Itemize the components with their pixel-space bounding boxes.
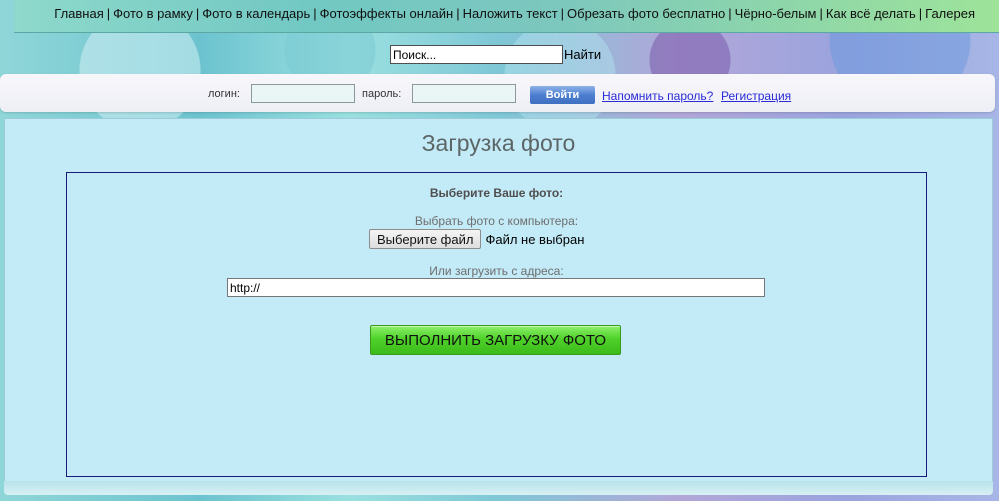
nav-link-home[interactable]: Главная: [54, 6, 103, 21]
nav-separator: |: [819, 6, 823, 21]
remind-password-link[interactable]: Напомнить пароль?: [602, 89, 713, 103]
password-field[interactable]: [412, 84, 516, 103]
nav-separator: |: [456, 6, 460, 21]
file-status-text: Файл не выбран: [485, 231, 585, 247]
nav-link-photo-frame[interactable]: Фото в рамку: [113, 6, 193, 21]
login-button[interactable]: Войти: [530, 86, 595, 104]
page-title: Загрузка фото: [421, 130, 576, 156]
from-url-label: Или загрузить с адреса:: [429, 264, 564, 278]
login-field[interactable]: [251, 84, 355, 103]
nav-separator: |: [560, 6, 565, 21]
from-computer-label: Выбрать фото с компьютера:: [414, 214, 579, 228]
nav-link-crop-photo[interactable]: Обрезать фото бесплатно: [567, 6, 725, 21]
nav-link-gallery[interactable]: Галерея: [925, 6, 975, 21]
nav-separator: |: [918, 6, 923, 21]
search-button[interactable]: Найти: [563, 47, 601, 62]
upload-form: Выберите Ваше фото: Выбрать фото с компь…: [66, 172, 927, 477]
choose-photo-heading: Выберите Ваше фото:: [429, 186, 564, 200]
file-picker: Выберите файл Файл не выбран: [369, 229, 584, 249]
search-bar: Найти: [390, 45, 601, 64]
upload-submit-button[interactable]: ВЫПОЛНИТЬ ЗАГРУЗКУ ФОТО: [370, 325, 621, 355]
register-link[interactable]: Регистрация: [721, 89, 791, 103]
nav-separator: |: [195, 6, 200, 21]
top-navigation: Главная | Фото в рамку | Фото в календарь | Фо…: [14, 0, 999, 33]
nav-link-black-white[interactable]: Чёрно-белым: [735, 6, 817, 21]
nav-link-photo-calendar[interactable]: Фото в календарь: [202, 6, 310, 21]
nav-link-how-to[interactable]: Как всё делать: [826, 6, 916, 21]
panel-footer: [4, 481, 993, 495]
nav-separator: |: [313, 6, 317, 21]
nav-link-add-text[interactable]: Наложить текст: [463, 6, 558, 21]
url-input[interactable]: [227, 278, 765, 297]
password-label: пароль:: [362, 88, 402, 100]
choose-file-button[interactable]: Выберите файл: [369, 229, 482, 249]
top-nav-links: Главная | Фото в рамку | Фото в календарь | Фо…: [54, 6, 975, 21]
search-input[interactable]: [390, 45, 563, 64]
nav-link-photo-effects[interactable]: Фотоэффекты онлайн: [320, 6, 454, 21]
nav-separator: |: [106, 6, 111, 21]
nav-separator: |: [728, 6, 732, 21]
login-label: логин:: [208, 88, 240, 100]
login-bar: логин: пароль: Войти Напомнить пароль? Р…: [0, 74, 995, 112]
upload-panel: Загрузка фото Выберите Ваше фото: Выбрат…: [4, 118, 993, 482]
